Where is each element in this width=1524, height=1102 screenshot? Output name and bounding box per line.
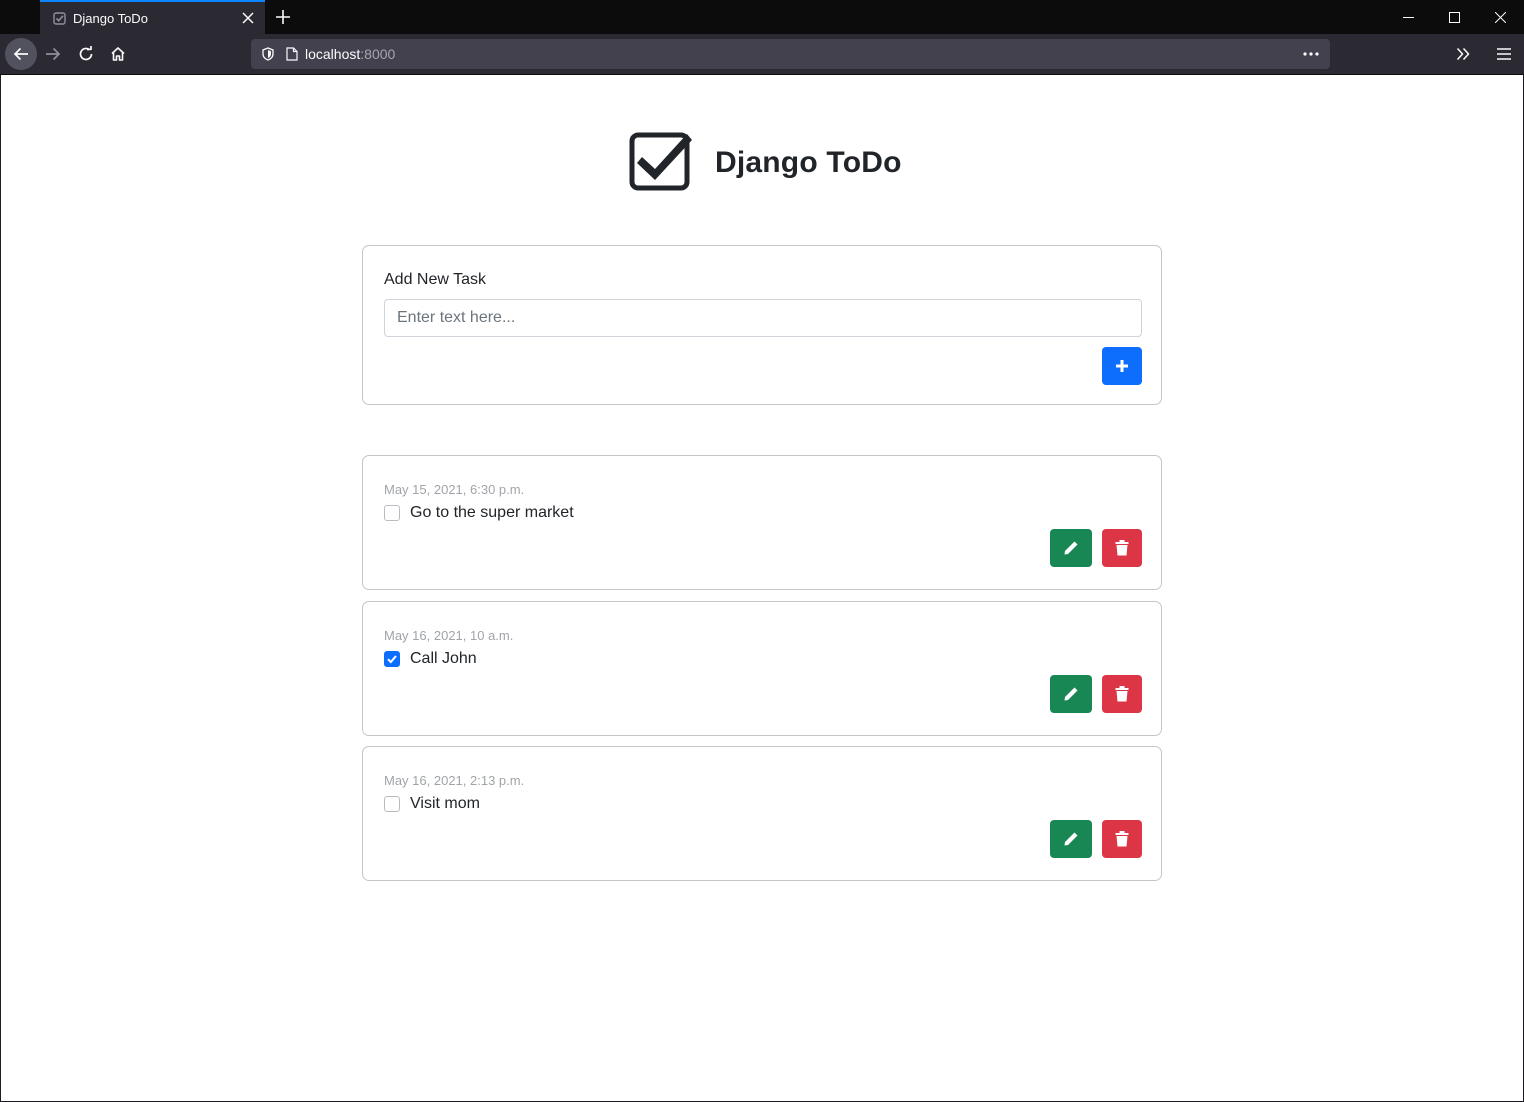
browser-toolbar: localhost:8000 (0, 34, 1524, 75)
home-icon (111, 47, 125, 61)
task-row: Go to the super market (384, 504, 574, 522)
forward-button[interactable] (37, 38, 69, 70)
task-checkbox[interactable] (384, 505, 400, 521)
task-date: May 15, 2021, 6:30 p.m. (384, 482, 525, 497)
pencil-icon (1064, 541, 1078, 555)
page-title: Django ToDo (715, 145, 902, 179)
task-card: May 15, 2021, 6:30 p.m. Go to the super … (362, 455, 1162, 590)
task-card: May 16, 2021, 10 a.m. Call John (362, 601, 1162, 736)
url-host: localhost (305, 46, 361, 62)
edit-task-button[interactable] (1050, 675, 1092, 713)
delete-task-button[interactable] (1102, 529, 1142, 567)
plus-icon (1116, 360, 1128, 372)
trash-icon (1115, 686, 1129, 702)
page-icon (283, 47, 301, 61)
task-card: May 16, 2021, 2:13 p.m. Visit mom (362, 746, 1162, 881)
chevrons-right-icon (1456, 47, 1470, 61)
task-input[interactable] (384, 299, 1142, 337)
arrow-left-icon (13, 47, 28, 61)
browser-tab-strip: Django ToDo (0, 0, 1524, 34)
arrow-right-icon (46, 47, 61, 61)
checkmark-icon (387, 655, 397, 664)
add-task-button[interactable] (1102, 347, 1142, 385)
new-tab-icon[interactable] (270, 4, 296, 30)
menu-button[interactable] (1488, 38, 1520, 70)
url-bar[interactable]: localhost:8000 (251, 39, 1330, 69)
edit-task-button[interactable] (1050, 529, 1092, 567)
task-row: Call John (384, 650, 477, 668)
app-header: Django ToDo (629, 129, 902, 196)
close-tab-icon[interactable] (235, 5, 261, 31)
page-actions-icon[interactable] (1296, 39, 1326, 69)
task-text: Go to the super market (410, 504, 574, 521)
task-checkbox[interactable] (384, 796, 400, 812)
pencil-icon (1064, 832, 1078, 846)
reload-icon (79, 46, 93, 61)
delete-task-button[interactable] (1102, 820, 1142, 858)
task-date: May 16, 2021, 10 a.m. (384, 628, 514, 643)
delete-task-button[interactable] (1102, 675, 1142, 713)
back-button[interactable] (5, 38, 37, 70)
trash-icon (1115, 831, 1129, 847)
maximize-icon[interactable] (1431, 0, 1477, 34)
page-viewport: Django ToDo Add New Task May 15, 2021, 6… (1, 75, 1523, 1101)
checkbox-logo-icon (629, 129, 693, 196)
task-date: May 16, 2021, 2:13 p.m. (384, 773, 525, 788)
reload-button[interactable] (70, 38, 102, 70)
shield-icon[interactable] (253, 47, 283, 61)
edit-task-button[interactable] (1050, 820, 1092, 858)
hamburger-icon (1497, 48, 1511, 60)
task-text: Call John (410, 650, 477, 667)
minimize-icon[interactable] (1385, 0, 1431, 34)
close-window-icon[interactable] (1477, 0, 1523, 34)
trash-icon (1115, 540, 1129, 556)
task-text: Visit mom (410, 795, 480, 812)
browser-tab[interactable]: Django ToDo (40, 0, 265, 34)
add-task-label: Add New Task (384, 271, 486, 288)
url-port: :8000 (360, 46, 396, 62)
browser-tab-title: Django ToDo (73, 10, 148, 26)
pencil-icon (1064, 687, 1078, 701)
home-button[interactable] (102, 38, 134, 70)
checkbox-favicon-icon (52, 11, 66, 25)
overflow-button[interactable] (1447, 38, 1479, 70)
add-task-card: Add New Task (362, 245, 1162, 405)
task-checkbox[interactable] (384, 651, 400, 667)
task-row: Visit mom (384, 795, 480, 813)
